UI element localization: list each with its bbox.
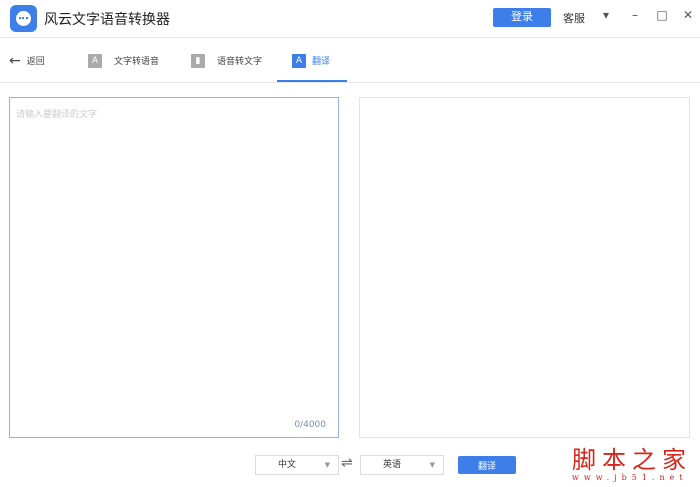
watermark-title: 脚本之家 bbox=[572, 446, 692, 474]
translate-button[interactable]: 翻译 bbox=[458, 456, 516, 474]
translation-output-panel bbox=[359, 97, 690, 438]
minimize-icon[interactable]: – bbox=[627, 8, 643, 22]
active-tab-indicator bbox=[277, 80, 347, 82]
menu-dropdown-icon[interactable]: ▾ bbox=[598, 8, 614, 22]
target-language-value: 英语 bbox=[383, 460, 402, 470]
watermark-url: www.jb51.net bbox=[572, 473, 688, 482]
source-text-input[interactable] bbox=[10, 98, 338, 437]
char-count: 0/4000 bbox=[294, 420, 326, 430]
app-title: 风云文字语音转换器 bbox=[44, 12, 170, 28]
tab-translate[interactable]: A 翻译 bbox=[292, 38, 330, 83]
source-language-select[interactable]: 中文 ▼ bbox=[255, 455, 339, 475]
title-bar: 风云文字语音转换器 登录 客服 ▾ – □ ✕ bbox=[0, 0, 700, 38]
translate-icon: A bbox=[292, 53, 306, 68]
login-button[interactable]: 登录 bbox=[493, 8, 551, 27]
text-to-speech-icon: A bbox=[88, 53, 102, 68]
back-label: 返回 bbox=[26, 57, 45, 67]
app-logo-icon bbox=[10, 5, 37, 32]
tab-label: 语音转文字 bbox=[217, 57, 263, 67]
tab-label: 文字转语音 bbox=[114, 57, 160, 67]
chevron-down-icon: ▼ bbox=[324, 461, 330, 469]
swap-languages-icon[interactable]: ⇌ bbox=[341, 455, 353, 471]
maximize-icon[interactable]: □ bbox=[654, 8, 670, 22]
tab-bar: ← 返回 A 文字转语音 ▮ 语音转文字 A 翻译 bbox=[0, 38, 700, 83]
arrow-left-icon: ← bbox=[9, 52, 21, 69]
back-button[interactable]: ← 返回 bbox=[9, 38, 45, 83]
tab-text-to-speech[interactable]: A 文字转语音 bbox=[88, 38, 159, 83]
watermark: 脚本之家 www.jb51.net bbox=[572, 440, 692, 482]
tab-label: 翻译 bbox=[312, 57, 331, 67]
microphone-icon: ▮ bbox=[191, 53, 205, 68]
close-icon[interactable]: ✕ bbox=[680, 8, 696, 22]
source-language-value: 中文 bbox=[278, 460, 297, 470]
customer-service-link[interactable]: 客服 bbox=[563, 10, 585, 26]
target-language-select[interactable]: 英语 ▼ bbox=[360, 455, 444, 475]
tab-speech-to-text[interactable]: ▮ 语音转文字 bbox=[191, 38, 262, 83]
source-text-panel: 0/4000 bbox=[9, 97, 339, 438]
chevron-down-icon: ▼ bbox=[429, 461, 435, 469]
